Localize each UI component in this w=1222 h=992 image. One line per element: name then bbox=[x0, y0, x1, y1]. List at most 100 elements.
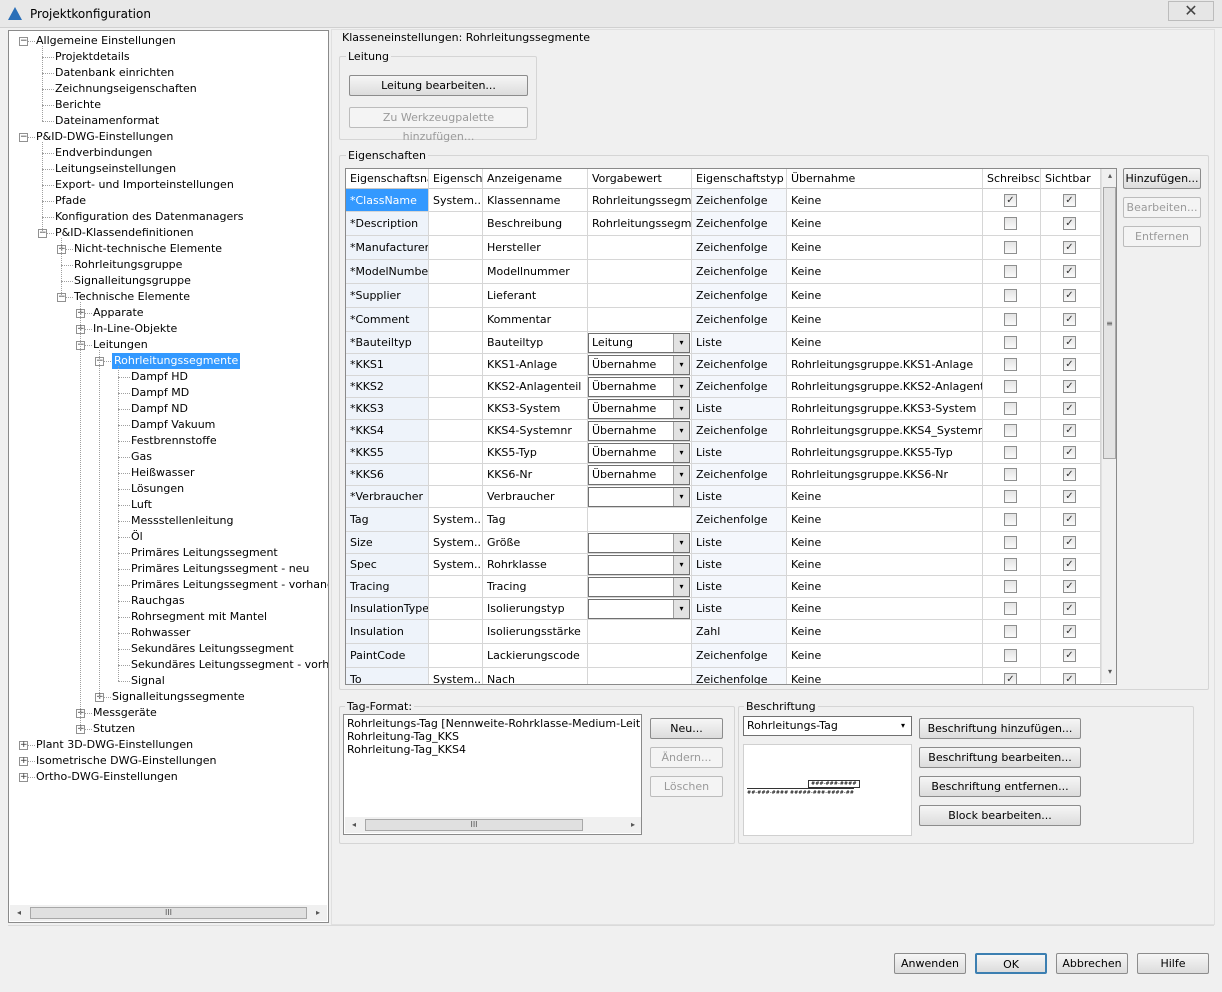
readonly-checkbox[interactable] bbox=[1004, 241, 1017, 254]
grid-cell-prop[interactable]: System... bbox=[429, 508, 483, 532]
tree-item[interactable]: P&ID-Klassendefinitionen bbox=[55, 225, 194, 241]
grid-cell-inherit[interactable]: Keine bbox=[787, 284, 983, 308]
edit-line-button[interactable]: Leitung bearbeiten... bbox=[349, 75, 528, 96]
tree-item[interactable]: Dampf MD bbox=[131, 385, 189, 401]
scroll-up-icon[interactable]: ▴ bbox=[1103, 170, 1117, 182]
tagformat-scroll-thumb[interactable]: III bbox=[365, 819, 583, 831]
grid-cell-type[interactable]: Zeichenfolge bbox=[692, 236, 787, 260]
grid-cell-prop[interactable] bbox=[429, 332, 483, 354]
tree-item[interactable]: Luft bbox=[131, 497, 152, 513]
visible-checkbox[interactable]: ✓ bbox=[1063, 358, 1076, 371]
grid-cell-default[interactable]: ▾ bbox=[588, 554, 692, 576]
grid-cell-type[interactable]: Zeichenfolge bbox=[692, 508, 787, 532]
grid-cell-name[interactable]: Insulation bbox=[346, 620, 429, 644]
grid-cell-type[interactable]: Zeichenfolge bbox=[692, 464, 787, 486]
grid-cell-display[interactable]: Beschreibung bbox=[483, 212, 588, 236]
visible-checkbox[interactable]: ✓ bbox=[1063, 289, 1076, 302]
visible-checkbox[interactable]: ✓ bbox=[1063, 193, 1076, 207]
collapse-icon[interactable]: − bbox=[19, 133, 28, 142]
readonly-checkbox[interactable] bbox=[1004, 602, 1017, 615]
tree-item[interactable]: Apparate bbox=[93, 305, 144, 321]
grid-cell-display[interactable]: Bauteiltyp bbox=[483, 332, 588, 354]
grid-cell-inherit[interactable]: Rohrleitungsgruppe.KKS6-Nr bbox=[787, 464, 983, 486]
grid-cell-default[interactable]: Übernahme ▾ bbox=[588, 376, 692, 398]
grid-cell-display[interactable]: KKS5-Typ bbox=[483, 442, 588, 464]
readonly-checkbox[interactable] bbox=[1004, 513, 1017, 526]
default-value-select[interactable]: ▾ bbox=[588, 555, 690, 575]
grid-cell-prop[interactable] bbox=[429, 398, 483, 420]
edit-annotation-button[interactable]: Beschriftung bearbeiten... bbox=[919, 747, 1081, 768]
ok-button[interactable]: OK bbox=[975, 953, 1047, 974]
grid-cell-display[interactable]: Verbraucher bbox=[483, 486, 588, 508]
default-value-select[interactable]: ▾ bbox=[588, 577, 690, 597]
grid-cell-prop[interactable] bbox=[429, 236, 483, 260]
grid-cell-type[interactable]: Liste bbox=[692, 532, 787, 554]
grid-cell-name[interactable]: *KKS3 bbox=[346, 398, 429, 420]
tree-item[interactable]: Rauchgas bbox=[131, 593, 185, 609]
readonly-checkbox[interactable] bbox=[1004, 468, 1017, 481]
grid-scroll-thumb[interactable]: ≡ bbox=[1103, 187, 1116, 459]
grid-cell-prop[interactable] bbox=[429, 620, 483, 644]
visible-checkbox[interactable]: ✓ bbox=[1063, 536, 1076, 549]
grid-cell-prop[interactable]: System... bbox=[429, 189, 483, 212]
grid-cell-type[interactable]: Zeichenfolge bbox=[692, 284, 787, 308]
tree-item[interactable]: Projektdetails bbox=[55, 49, 130, 65]
tree-item[interactable]: Berichte bbox=[55, 97, 101, 113]
tree-item[interactable]: Leitungseinstellungen bbox=[55, 161, 176, 177]
grid-cell-default[interactable] bbox=[588, 260, 692, 284]
grid-cell-type[interactable]: Liste bbox=[692, 554, 787, 576]
grid-cell-inherit[interactable]: Rohrleitungsgruppe.KKS2-Anlagenteil bbox=[787, 376, 983, 398]
tree-item[interactable]: P&ID-DWG-Einstellungen bbox=[36, 129, 173, 145]
tree-item[interactable]: Öl bbox=[131, 529, 143, 545]
grid-cell-type[interactable]: Zahl bbox=[692, 620, 787, 644]
visible-checkbox[interactable]: ✓ bbox=[1063, 649, 1076, 662]
tagformat-item[interactable]: Rohrleitung-Tag_KKS4 bbox=[347, 743, 641, 756]
readonly-checkbox[interactable] bbox=[1004, 265, 1017, 278]
readonly-checkbox[interactable] bbox=[1004, 424, 1017, 437]
tree-item[interactable]: Signalleitungssegmente bbox=[112, 689, 245, 705]
tagformat-item[interactable]: Rohrleitungs-Tag [Nennweite-Rohrklasse-M… bbox=[347, 717, 641, 730]
change-tagformat-button[interactable]: Ändern... bbox=[650, 747, 723, 768]
help-button[interactable]: Hilfe bbox=[1137, 953, 1209, 974]
tree-item[interactable]: Dampf HD bbox=[131, 369, 188, 385]
grid-cell-name[interactable]: *ClassName bbox=[346, 189, 429, 212]
grid-cell-inherit[interactable]: Keine bbox=[787, 576, 983, 598]
grid-cell-display[interactable]: KKS6-Nr bbox=[483, 464, 588, 486]
tagformat-horizontal-scrollbar[interactable]: ◂ III ▸ bbox=[345, 817, 641, 833]
grid-cell-prop[interactable] bbox=[429, 420, 483, 442]
grid-cell-inherit[interactable]: Rohrleitungsgruppe.KKS3-System bbox=[787, 398, 983, 420]
grid-cell-inherit[interactable]: Keine bbox=[787, 260, 983, 284]
grid-cell-default[interactable]: Übernahme ▾ bbox=[588, 464, 692, 486]
visible-checkbox[interactable]: ✓ bbox=[1063, 265, 1076, 278]
visible-checkbox[interactable]: ✓ bbox=[1063, 241, 1076, 254]
default-value-select[interactable]: ▾ bbox=[588, 533, 690, 553]
tree-item[interactable]: Messgeräte bbox=[93, 705, 157, 721]
grid-cell-display[interactable]: KKS4-Systemnr bbox=[483, 420, 588, 442]
tree-item[interactable]: Signal bbox=[131, 673, 165, 689]
scroll-left-icon[interactable]: ◂ bbox=[347, 819, 361, 831]
grid-cell-prop[interactable] bbox=[429, 212, 483, 236]
apply-button[interactable]: Anwenden bbox=[894, 953, 966, 974]
grid-cell-name[interactable]: *KKS4 bbox=[346, 420, 429, 442]
expand-icon[interactable]: + bbox=[19, 773, 28, 782]
visible-checkbox[interactable]: ✓ bbox=[1063, 380, 1076, 393]
grid-cell-display[interactable]: Tracing bbox=[483, 576, 588, 598]
remove-property-button[interactable]: Entfernen bbox=[1123, 226, 1201, 247]
column-header[interactable]: Eigenschaft bbox=[429, 169, 483, 189]
grid-cell-default[interactable]: Rohrleitungssegm... bbox=[588, 189, 692, 212]
default-value-select[interactable]: Übernahme ▾ bbox=[588, 465, 690, 485]
grid-cell-default[interactable] bbox=[588, 284, 692, 308]
grid-cell-display[interactable]: KKS1-Anlage bbox=[483, 354, 588, 376]
grid-cell-inherit[interactable]: Keine bbox=[787, 236, 983, 260]
grid-cell-type[interactable]: Zeichenfolge bbox=[692, 260, 787, 284]
grid-cell-type[interactable]: Zeichenfolge bbox=[692, 354, 787, 376]
grid-cell-prop[interactable] bbox=[429, 284, 483, 308]
grid-cell-name[interactable]: Size bbox=[346, 532, 429, 554]
readonly-checkbox[interactable] bbox=[1004, 649, 1017, 662]
grid-cell-prop[interactable] bbox=[429, 308, 483, 332]
visible-checkbox[interactable]: ✓ bbox=[1063, 558, 1076, 571]
edit-block-button[interactable]: Block bearbeiten... bbox=[919, 805, 1081, 826]
tree-item[interactable]: Rohrsegment mit Mantel bbox=[131, 609, 267, 625]
tree-item[interactable]: Zeichnungseigenschaften bbox=[55, 81, 197, 97]
tree-item[interactable]: Dateinamenformat bbox=[55, 113, 159, 129]
